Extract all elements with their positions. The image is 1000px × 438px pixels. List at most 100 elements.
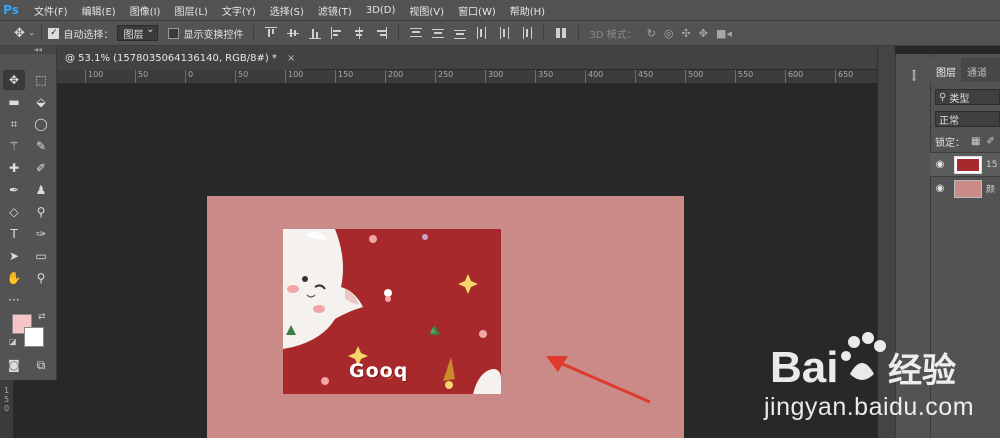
- menu-edit[interactable]: 编辑(E): [82, 3, 116, 18]
- tab-channels[interactable]: 通道: [961, 58, 992, 82]
- ruler-label: 0: [3, 404, 10, 413]
- align-vcenter-icon[interactable]: [287, 27, 300, 39]
- default-colors-icon[interactable]: ◪: [9, 337, 17, 346]
- history-brush-icon[interactable]: ✒: [3, 180, 25, 200]
- top-ruler[interactable]: 100 50 0 50 100 150 200 250 300 350 400 …: [57, 70, 877, 84]
- lasso-tool-icon[interactable]: ◯: [30, 114, 52, 134]
- watermark-url: jingyan.baidu.com: [764, 393, 975, 421]
- lock-paint-icon[interactable]: ✐: [986, 136, 994, 147]
- move-tool-icon[interactable]: ✥: [3, 70, 25, 90]
- swap-colors-icon[interactable]: ⇄: [38, 312, 46, 322]
- visibility-eye-icon[interactable]: ◉: [930, 183, 950, 194]
- close-tab-icon[interactable]: ×: [287, 53, 295, 64]
- photoshop-window: Ps 文件(F) 编辑(E) 图像(I) 图层(L) 文字(Y) 选择(S) 滤…: [0, 0, 1000, 438]
- align-right-icon[interactable]: [375, 27, 388, 39]
- tools-panel: ◂◂ ✥ ⬚ ▬ ⬙ ⌗ ◯ ⚚ ✎ ✚ ✐ ✒ ♟ ◇ ⚲ T ✑ ➤ ▭ ✋…: [0, 46, 57, 380]
- ruler-label: 50: [235, 70, 248, 83]
- layer-name: 15: [986, 159, 998, 170]
- blend-mode-dropdown[interactable]: 正常: [935, 111, 1000, 127]
- 3d-slide-icon[interactable]: ✥: [699, 27, 708, 40]
- auto-select-checkbox[interactable]: ✓: [48, 27, 60, 39]
- ruler-label: 150: [335, 70, 353, 83]
- menu-file[interactable]: 文件(F): [34, 3, 68, 18]
- zoom-tool-icon[interactable]: ⚲: [30, 268, 52, 288]
- marquee-tool-icon[interactable]: ⬚: [30, 70, 52, 90]
- paint-bucket-icon[interactable]: ⬙: [30, 92, 52, 112]
- distribute-bottom-icon[interactable]: [454, 27, 467, 39]
- document-tab[interactable]: @ 53.1% (1578035064136140, RGB/8#) * ×: [57, 46, 304, 70]
- pen-tool-icon[interactable]: ✑: [30, 224, 52, 244]
- brush-tool-icon[interactable]: ✐: [30, 158, 52, 178]
- crop-tool-icon[interactable]: ⌗: [3, 114, 25, 134]
- lock-transparent-icon[interactable]: ▦: [971, 136, 980, 147]
- hand-tool-icon[interactable]: ✋: [3, 268, 25, 288]
- layer-row[interactable]: ◉ 15: [930, 152, 1000, 176]
- dodge-tool-icon[interactable]: ⚲: [30, 202, 52, 222]
- 3d-roll-icon[interactable]: ◎: [664, 27, 674, 40]
- menu-window[interactable]: 窗口(W): [458, 3, 496, 18]
- distribute-left-icon[interactable]: [476, 27, 488, 39]
- options-bar: ✥ ⌄ ✓ 自动选择： 图层 显示变换控件 3D 模式： ↻ ◎ ✣ ✥ ■◂: [0, 20, 1000, 46]
- distribute-top-icon[interactable]: [410, 27, 423, 39]
- align-bottom-icon[interactable]: [309, 27, 322, 39]
- left-ruler[interactable]: 1 5 0: [0, 380, 14, 438]
- svg-text:Bai: Bai: [770, 343, 838, 392]
- separator: [41, 25, 43, 41]
- align-top-icon[interactable]: [265, 27, 278, 39]
- screen-mode-icon[interactable]: ⧉: [30, 355, 52, 375]
- menu-3d[interactable]: 3D(D): [366, 5, 396, 16]
- red-arrow-annotation: [546, 356, 651, 404]
- menu-filter[interactable]: 滤镜(T): [318, 3, 352, 18]
- layer-filter-row: ⚲ 类型: [930, 86, 1000, 108]
- distribute-vcenter-icon[interactable]: [432, 27, 445, 39]
- 3d-drag-icon[interactable]: ✣: [682, 27, 691, 40]
- auto-align-icon[interactable]: [555, 27, 567, 39]
- 3d-camera-icon[interactable]: ■◂: [716, 27, 732, 40]
- layer-filter-dropdown[interactable]: ⚲ 类型: [935, 89, 1000, 105]
- align-left-icon[interactable]: [331, 27, 343, 39]
- svg-text:经验: 经验: [888, 351, 956, 391]
- more-tools-icon[interactable]: ···: [3, 290, 25, 310]
- separator: [578, 25, 580, 41]
- eyedropper-icon[interactable]: ✎: [30, 136, 52, 156]
- rectangle-tool-icon[interactable]: ▭: [30, 246, 52, 266]
- show-transform-label: 显示变换控件: [183, 29, 244, 41]
- ruler-label: 1: [3, 386, 10, 395]
- distribute-hcenter-icon[interactable]: [498, 27, 510, 39]
- ruler-label: 400: [585, 70, 603, 83]
- eraser-tool-icon[interactable]: ◇: [3, 202, 25, 222]
- visibility-eye-icon[interactable]: ◉: [930, 159, 950, 170]
- tab-layers[interactable]: 图层: [930, 58, 961, 82]
- layer-row[interactable]: ◉ 颜: [930, 176, 1000, 200]
- magic-wand-icon[interactable]: ⚚: [3, 136, 25, 156]
- panel-collapse-grip[interactable]: ◂◂: [0, 46, 56, 54]
- menu-select[interactable]: 选择(S): [270, 3, 304, 18]
- menu-type[interactable]: 文字(Y): [222, 3, 256, 18]
- tool-preset-chevron-icon[interactable]: ⌄: [28, 28, 36, 38]
- path-select-icon[interactable]: ➤: [3, 246, 25, 266]
- background-color-swatch[interactable]: [24, 327, 44, 347]
- distribute-right-icon[interactable]: [520, 27, 533, 39]
- menu-image[interactable]: 图像(I): [130, 3, 161, 18]
- 3d-orbit-icon[interactable]: ↻: [647, 27, 656, 40]
- align-hcenter-icon[interactable]: [353, 27, 365, 39]
- ruler-label: 500: [685, 70, 703, 83]
- menu-help[interactable]: 帮助(H): [510, 3, 545, 18]
- stamp-tool-icon[interactable]: ♟: [30, 180, 52, 200]
- ruler-label: 550: [735, 70, 753, 83]
- quick-mask-icon[interactable]: ◙: [3, 355, 25, 375]
- ruler-label: 300: [485, 70, 503, 83]
- layers-panel-tabs: 图层 通道: [930, 58, 1000, 82]
- properties-panel-icon[interactable]: ⫿: [905, 68, 923, 84]
- gradient-tool-icon[interactable]: ▬: [3, 92, 25, 112]
- separator: [398, 25, 400, 41]
- menu-layer[interactable]: 图层(L): [174, 3, 207, 18]
- baidu-jingyan-watermark-logo: Bai 经验: [770, 332, 956, 392]
- ruler-label: 250: [435, 70, 453, 83]
- menu-view[interactable]: 视图(V): [409, 3, 444, 18]
- move-tool-icon[interactable]: ✥: [14, 26, 25, 41]
- healing-brush-icon[interactable]: ✚: [3, 158, 25, 178]
- show-transform-checkbox[interactable]: [168, 27, 180, 39]
- type-tool-icon[interactable]: T: [3, 224, 25, 244]
- auto-select-dropdown[interactable]: 图层: [117, 24, 159, 41]
